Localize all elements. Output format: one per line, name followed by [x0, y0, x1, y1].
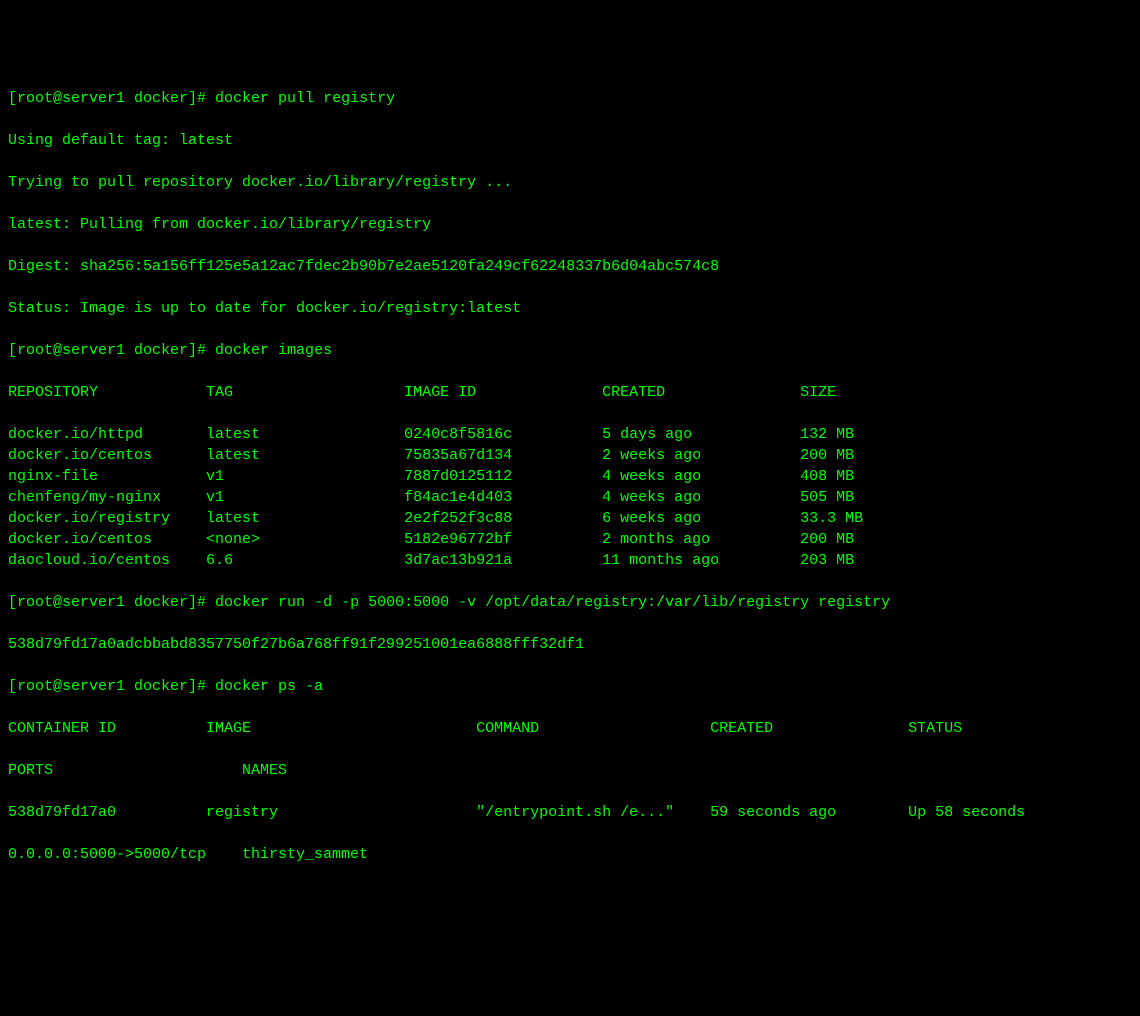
shell-prompt: [root@server1 docker]#	[8, 678, 215, 695]
ps-header-line2: PORTS NAMES	[8, 760, 1132, 781]
output-line: Status: Image is up to date for docker.i…	[8, 298, 1132, 319]
terminal-output: [root@server1 docker]# docker images	[8, 340, 1132, 361]
terminal-output: [root@server1 docker]# docker run -d -p …	[8, 592, 1132, 613]
image-row: nginx-file v1 7887d0125112 4 weeks ago 4…	[8, 466, 1132, 487]
terminal-output: [root@server1 docker]# docker pull regis…	[8, 88, 1132, 109]
shell-prompt: [root@server1 docker]#	[8, 594, 215, 611]
ps-header-line1: CONTAINER ID IMAGE COMMAND CREATED STATU…	[8, 718, 1132, 739]
image-row: docker.io/centos latest 75835a67d134 2 w…	[8, 445, 1132, 466]
command-text: docker pull registry	[215, 90, 395, 107]
output-line: Trying to pull repository docker.io/libr…	[8, 172, 1132, 193]
image-row: docker.io/httpd latest 0240c8f5816c 5 da…	[8, 424, 1132, 445]
output-line: Using default tag: latest	[8, 130, 1132, 151]
images-header: REPOSITORY TAG IMAGE ID CREATED SIZE	[8, 382, 1132, 403]
image-row: daocloud.io/centos 6.6 3d7ac13b921a 11 m…	[8, 550, 1132, 571]
output-line: 538d79fd17a0adcbbabd8357750f27b6a768ff91…	[8, 634, 1132, 655]
output-line: latest: Pulling from docker.io/library/r…	[8, 214, 1132, 235]
image-row: docker.io/registry latest 2e2f252f3c88 6…	[8, 508, 1132, 529]
shell-prompt: [root@server1 docker]#	[8, 342, 215, 359]
ps-row-line1: 538d79fd17a0 registry "/entrypoint.sh /e…	[8, 802, 1132, 823]
image-row: docker.io/centos <none> 5182e96772bf 2 m…	[8, 529, 1132, 550]
image-row: chenfeng/my-nginx v1 f84ac1e4d403 4 week…	[8, 487, 1132, 508]
command-text: docker ps -a	[215, 678, 323, 695]
terminal-output: [root@server1 docker]# docker ps -a	[8, 676, 1132, 697]
shell-prompt: [root@server1 docker]#	[8, 90, 215, 107]
command-text: docker run -d -p 5000:5000 -v /opt/data/…	[215, 594, 890, 611]
ps-row-line2: 0.0.0.0:5000->5000/tcp thirsty_sammet	[8, 844, 1132, 865]
cursor-line[interactable]	[8, 886, 1132, 907]
command-text: docker images	[215, 342, 332, 359]
output-line: Digest: sha256:5a156ff125e5a12ac7fdec2b9…	[8, 256, 1132, 277]
